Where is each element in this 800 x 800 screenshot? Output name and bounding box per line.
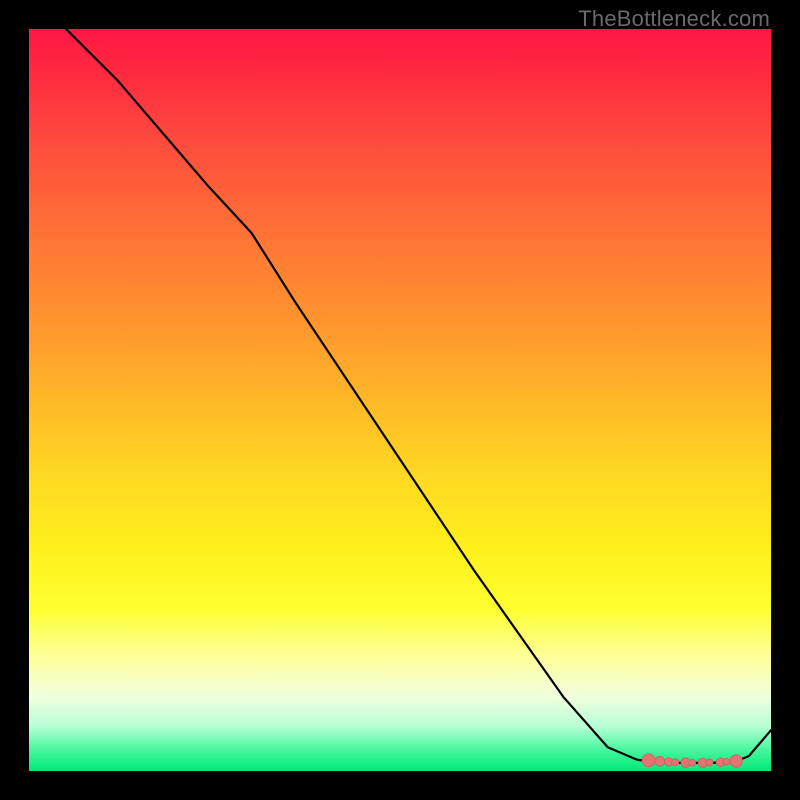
chart-plot-area — [29, 29, 771, 771]
attribution-text: TheBottleneck.com — [578, 6, 770, 32]
marker-dot — [672, 759, 679, 766]
marker-dot — [723, 758, 730, 765]
marker-dot — [655, 756, 665, 766]
bottleneck-curve — [29, 29, 771, 763]
marker-dot — [706, 759, 713, 766]
marker-dot — [642, 754, 655, 767]
chart-frame: TheBottleneck.com — [0, 0, 800, 800]
marker-dot — [730, 755, 742, 767]
chart-svg — [29, 29, 771, 771]
marker-cluster — [642, 754, 742, 768]
marker-dot — [689, 759, 696, 766]
